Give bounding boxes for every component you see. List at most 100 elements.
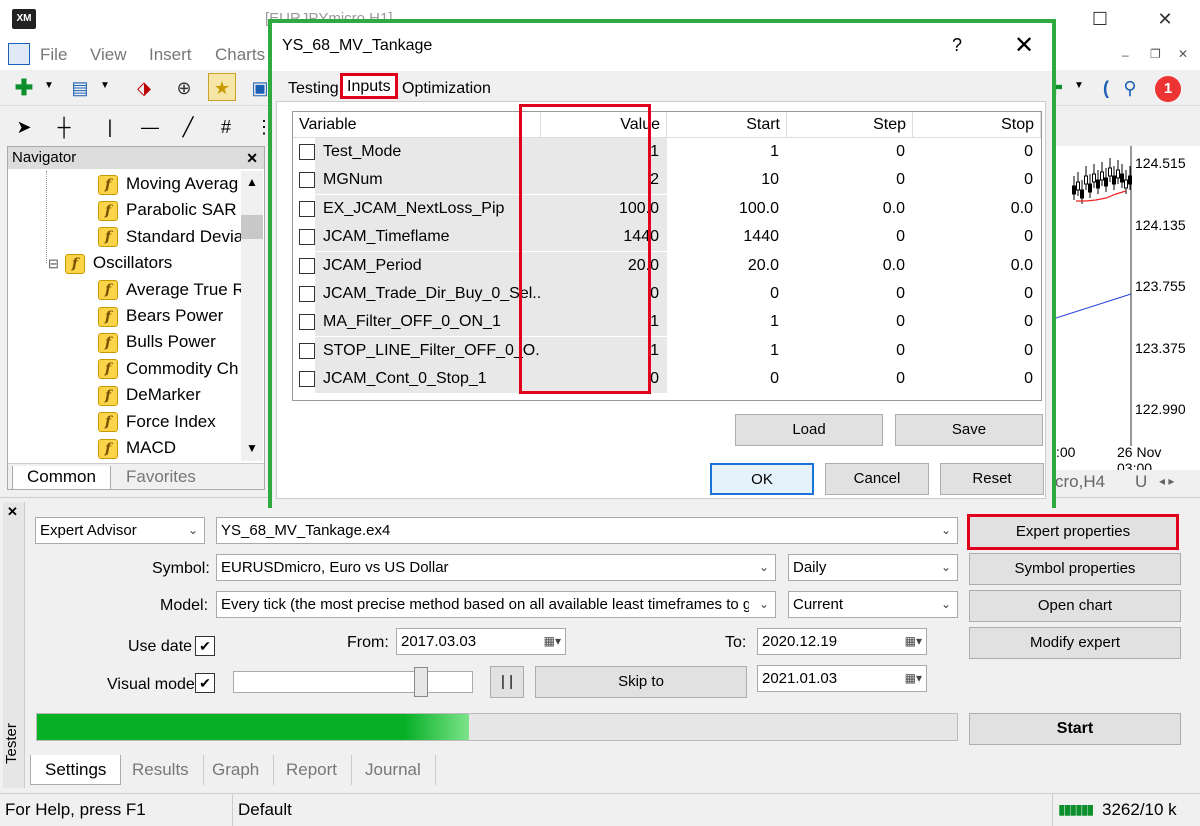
scroll-up-icon[interactable]: ▲ — [246, 175, 258, 189]
input-row[interactable]: EX_JCAM_NextLoss_Pip 100.0 100.0 0.0 0.0 — [293, 194, 1041, 224]
stop-cell[interactable]: 0.0 — [913, 252, 1041, 280]
calendar-icon[interactable]: ▦▾ — [905, 629, 922, 654]
step-cell[interactable]: 0 — [787, 365, 913, 393]
input-row[interactable]: JCAM_Trade_Dir_Buy_0_Sel... 0 0 0 0 — [293, 280, 1041, 309]
collapse-icon[interactable]: ⊟ — [48, 256, 59, 271]
start-cell[interactable]: 0 — [667, 280, 787, 308]
start-cell[interactable]: 1 — [667, 138, 787, 166]
optimize-checkbox[interactable] — [299, 286, 315, 302]
chart-area[interactable] — [1055, 146, 1200, 470]
input-row[interactable]: JCAM_Cont_0_Stop_1 0 0 0 0 — [293, 365, 1041, 394]
model-select[interactable]: Every tick (the most precise method base… — [216, 591, 776, 618]
close-window-button[interactable]: ✕ — [1150, 8, 1180, 30]
horizontal-line-icon[interactable]: — — [136, 112, 164, 140]
profiles-icon[interactable]: ▤ — [66, 73, 94, 101]
symbol-select[interactable]: EURUSDmicro, Euro vs US Dollar ⌄ — [216, 554, 776, 581]
start-cell[interactable]: 0 — [667, 365, 787, 393]
save-button[interactable]: Save — [895, 414, 1043, 446]
chart-tab[interactable]: U — [1135, 472, 1147, 492]
crosshair-icon[interactable]: ┼ — [50, 112, 78, 140]
navigator-toggle-icon[interactable]: ★ — [208, 73, 236, 101]
optimize-checkbox[interactable] — [299, 172, 315, 189]
optimize-checkbox[interactable] — [299, 314, 315, 331]
vertical-line-icon[interactable]: | — [96, 112, 124, 140]
menu-charts[interactable]: Charts — [215, 45, 265, 65]
tab-optimization[interactable]: Optimization — [398, 76, 495, 102]
cancel-button[interactable]: Cancel — [825, 463, 929, 495]
mdi-minimize-button[interactable]: – — [1122, 48, 1129, 62]
tab-favorites[interactable]: Favorites — [112, 466, 210, 490]
navigator-item[interactable]: ⊟ f Oscillators — [48, 250, 172, 276]
dialog-help-button[interactable]: ? — [952, 35, 962, 56]
optimize-checkbox[interactable] — [299, 200, 315, 217]
tab-testing[interactable]: Testing — [284, 76, 343, 102]
column-variable[interactable]: Variable — [293, 112, 541, 138]
step-cell[interactable]: 0 — [787, 223, 913, 251]
navigator-item[interactable]: f Bears Power — [98, 303, 223, 329]
step-cell[interactable]: 0 — [787, 138, 913, 166]
navigator-item[interactable]: f MACD — [98, 435, 176, 461]
stop-cell[interactable]: 0 — [913, 308, 1041, 336]
stop-cell[interactable]: 0.0 — [913, 195, 1041, 223]
navigator-item[interactable]: f Standard Devia — [98, 224, 243, 250]
skip-date-field[interactable]: 2021.01.03 ▦▾ — [757, 665, 927, 692]
column-step[interactable]: Step — [787, 112, 913, 138]
navigator-item[interactable]: f Bulls Power — [98, 329, 216, 355]
stop-cell[interactable]: 0 — [913, 280, 1041, 308]
market-watch-icon[interactable]: ⬗ — [130, 73, 158, 101]
tester-close-button[interactable]: ✕ — [7, 504, 18, 520]
optimize-checkbox[interactable] — [299, 371, 315, 388]
input-row[interactable]: JCAM_Period 20.0 20.0 0.0 0.0 — [293, 251, 1041, 280]
maximize-button[interactable]: ☐ — [1085, 8, 1115, 30]
start-cell[interactable]: 100.0 — [667, 195, 787, 223]
step-cell[interactable]: 0 — [787, 308, 913, 336]
period-select[interactable]: Daily ⌄ — [788, 554, 958, 581]
use-date-checkbox[interactable]: ✔ — [195, 636, 215, 656]
start-cell[interactable]: 1 — [667, 337, 787, 365]
navigator-item[interactable]: f DeMarker — [98, 382, 201, 408]
expert-properties-button[interactable]: Expert properties — [967, 514, 1179, 550]
stop-cell[interactable]: 0 — [913, 223, 1041, 251]
expert-select[interactable]: YS_68_MV_Tankage.ex4 ⌄ — [216, 517, 958, 544]
chart-doc-icon[interactable] — [8, 43, 30, 65]
navigator-item[interactable]: f Force Index — [98, 409, 216, 435]
tab-settings[interactable]: Settings — [30, 755, 122, 785]
menu-view[interactable]: View — [90, 45, 127, 65]
search-icon[interactable]: ⚲ — [1116, 73, 1144, 101]
column-start[interactable]: Start — [667, 112, 787, 138]
chart-tab[interactable]: cro,H4 — [1055, 472, 1105, 492]
input-row[interactable]: MA_Filter_OFF_0_ON_1 1 1 0 0 — [293, 308, 1041, 337]
load-button[interactable]: Load — [735, 414, 883, 446]
slider-thumb[interactable] — [414, 667, 428, 697]
start-button[interactable]: Start — [969, 713, 1181, 745]
fibonacci-icon[interactable]: # — [212, 112, 240, 140]
tab-journal[interactable]: Journal — [351, 755, 436, 785]
modify-expert-button[interactable]: Modify expert — [969, 627, 1181, 659]
zoom-dropdown-icon[interactable]: ▼ — [1074, 80, 1084, 91]
visual-mode-checkbox[interactable]: ✔ — [195, 673, 215, 693]
optimize-checkbox[interactable] — [299, 257, 315, 274]
tab-inputs[interactable]: Inputs — [340, 73, 398, 99]
tab-common[interactable]: Common — [12, 466, 111, 490]
optimize-checkbox[interactable] — [299, 342, 315, 359]
tab-report[interactable]: Report — [272, 755, 353, 785]
pause-button[interactable]: | | — [490, 666, 524, 698]
reset-button[interactable]: Reset — [940, 463, 1044, 495]
scroll-down-icon[interactable]: ▼ — [246, 441, 258, 455]
navigator-item[interactable]: f Parabolic SAR — [98, 197, 237, 223]
start-cell[interactable]: 1440 — [667, 223, 787, 251]
column-stop[interactable]: Stop — [913, 112, 1041, 138]
tab-results[interactable]: Results — [118, 755, 204, 785]
navigator-close-button[interactable]: ✕ — [246, 147, 258, 169]
from-date-field[interactable]: 2017.03.03 ▦▾ — [396, 628, 566, 655]
start-cell[interactable]: 1 — [667, 308, 787, 336]
menu-file[interactable]: File — [40, 45, 67, 65]
calendar-icon[interactable]: ▦▾ — [544, 629, 561, 654]
step-cell[interactable]: 0.0 — [787, 252, 913, 280]
menu-insert[interactable]: Insert — [149, 45, 192, 65]
scrollbar-thumb[interactable] — [241, 215, 263, 239]
new-chart-dropdown-icon[interactable]: ▼ — [44, 80, 54, 91]
navigator-item[interactable]: f Average True R — [98, 277, 245, 303]
start-cell[interactable]: 20.0 — [667, 252, 787, 280]
profiles-dropdown-icon[interactable]: ▼ — [100, 80, 110, 91]
